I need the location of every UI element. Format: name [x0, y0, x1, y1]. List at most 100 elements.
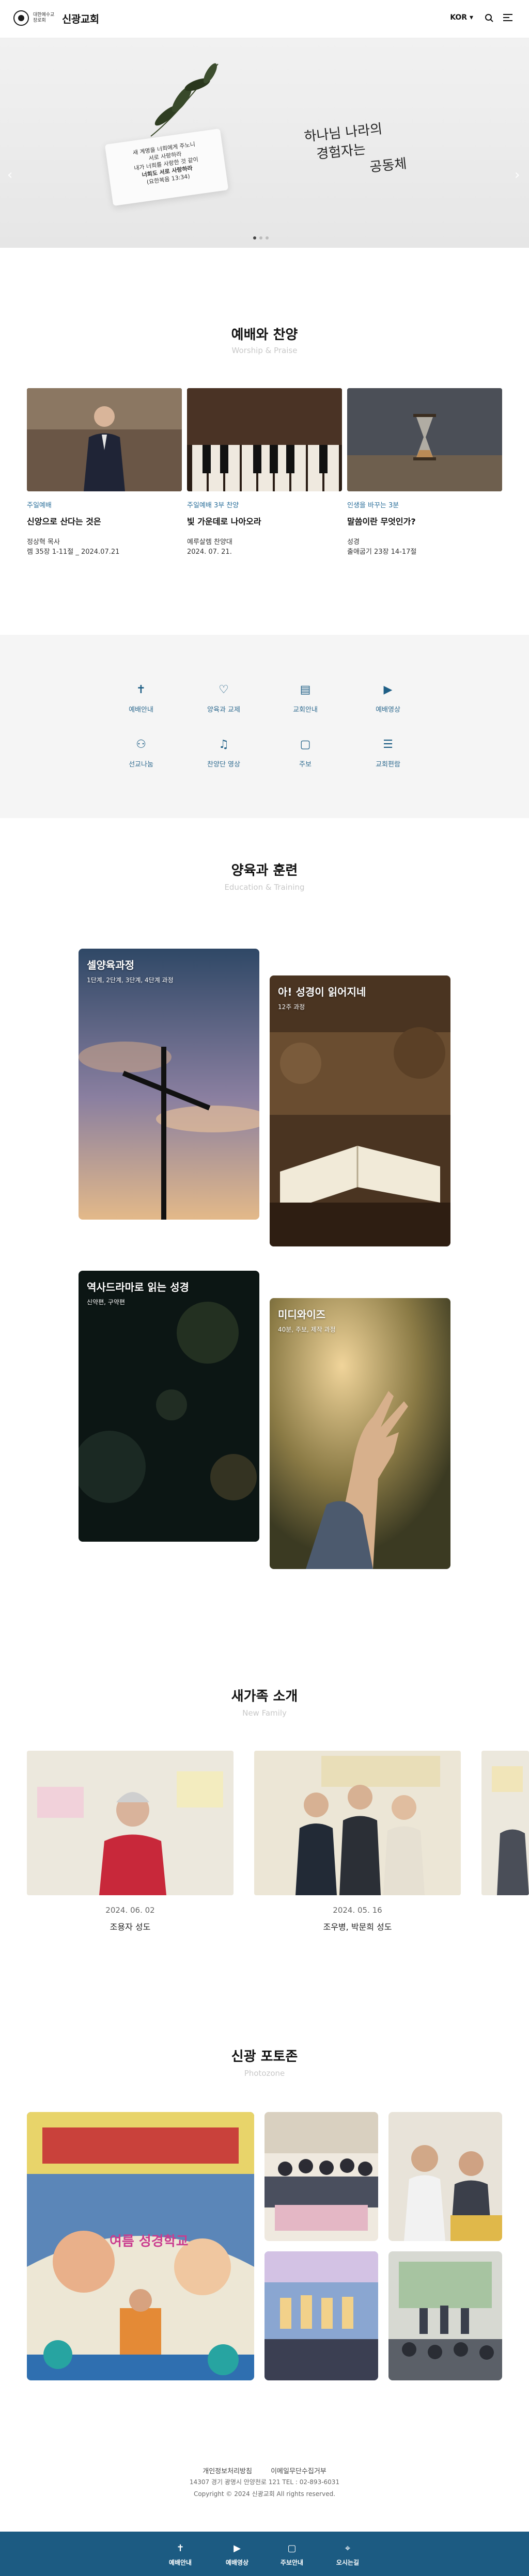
education-card[interactable]: 아! 성경이 읽어지네 12주 과정	[270, 975, 450, 1246]
quick-menu-item-handbook[interactable]: ☰ 교회편람	[360, 738, 416, 769]
church-emblem-icon	[13, 10, 29, 26]
new-family-names: 조우병, 박문희 성도	[323, 1922, 392, 1932]
quick-menu-item-praise-video[interactable]: ♫ 찬양단 영상	[195, 738, 252, 769]
new-family-card-partial[interactable]	[481, 1751, 529, 1895]
new-family-section-subtitle: New Family	[242, 1708, 287, 1718]
quick-menu-item-mission[interactable]: ⚇ 선교나눔	[113, 738, 169, 769]
footer-links: 개인정보처리방침 이메일무단수집거부	[0, 2466, 529, 2475]
bulletin-icon: ▢	[300, 738, 311, 751]
photozone-photo[interactable]	[388, 2251, 502, 2380]
bottom-nav-label: 예배영상	[225, 2559, 249, 2566]
photozone-photo[interactable]	[264, 2251, 378, 2380]
hamburger-icon[interactable]	[503, 13, 512, 24]
education-card[interactable]: 셀양육과정 1단계, 2단계, 3단계, 4단계 과정	[79, 949, 259, 1220]
worship-card[interactable]: 주일예배 신앙으로 산다는 것은 정상혁 목사 렘 35장 1-11절 _ 20…	[27, 388, 182, 557]
photozone-photo-featured[interactable]: 여름 성경학교	[27, 2112, 254, 2380]
worship-section-subtitle: Worship & Praise	[231, 346, 298, 355]
worship-title: 빛 가운데로 나아오라	[187, 517, 261, 526]
slider-dot[interactable]	[266, 236, 269, 239]
quick-menu-label: 찬양단 영상	[207, 761, 240, 769]
worship-source: 성경	[347, 538, 360, 546]
worship-title: 말씀이란 무엇인가?	[347, 517, 416, 526]
cross-icon: ✝	[136, 683, 146, 696]
quick-menu-label: 예배영상	[376, 706, 400, 714]
vbs-banner-text: 여름 성경학교	[110, 2234, 189, 2249]
language-selector[interactable]: KOR ▾	[450, 13, 473, 22]
worship-card[interactable]: 주일예배 3부 찬양 빛 가운데로 나아오라 예루살렘 찬양대 2024. 07…	[187, 388, 342, 557]
quick-menu-label: 예배안내	[129, 706, 153, 714]
bottom-nav-directions[interactable]: ⌖ 오시는길	[324, 2543, 371, 2567]
footer-address: 14307 경기 광명시 안양천로 121 TEL : 02-893-6031	[189, 2478, 340, 2486]
worship-card[interactable]: 인생을 바꾸는 3분 말씀이란 무엇인가? 성경 출애굽기 23장 14-17절	[347, 388, 502, 557]
bottom-nav-bulletin[interactable]: ▢ 주보안내	[269, 2543, 315, 2567]
new-family-section-title: 새가족 소개	[231, 1689, 298, 1704]
slider-prev-arrow[interactable]: ‹	[7, 167, 12, 183]
new-family-date: 2024. 06. 02	[105, 1906, 155, 1915]
music-video-icon: ♫	[219, 738, 229, 751]
piano-thumbnail	[187, 388, 342, 491]
photozone-section-subtitle: Photozone	[244, 2069, 285, 2078]
dark-bokeh-image	[79, 1271, 259, 1542]
education-title: 셀양육과정	[87, 959, 134, 971]
logo-denomination: 대한예수교 장로회	[33, 12, 55, 23]
education-desc: 1단계, 2단계, 3단계, 4단계 과정	[87, 977, 174, 984]
footer-copyright: Copyright © 2024 신광교회 All rights reserve…	[193, 2490, 336, 2498]
language-label: KOR	[450, 13, 468, 22]
slider-next-arrow[interactable]: ›	[515, 167, 520, 183]
email-refusal-link[interactable]: 이메일무단수집거부	[271, 2468, 326, 2475]
education-card[interactable]: 역사드라마로 읽는 성경 신약편, 구약편	[79, 1271, 259, 1542]
cross-icon: ✝	[176, 2543, 184, 2554]
new-family-photo	[254, 1751, 461, 1895]
worship-title: 신앙으로 산다는 것은	[27, 517, 101, 526]
worship-choir: 예루살렘 찬양대	[187, 538, 232, 546]
hero-slider: 새 계명을 너희에게 주노니 서로 사랑하라 내가 너희를 사랑한 것 같이 너…	[0, 38, 529, 248]
quick-menu-item-worship-guide[interactable]: ✝ 예배안내	[113, 683, 169, 714]
quick-menu-item-bulletin[interactable]: ▢ 주보	[277, 738, 334, 769]
scripture-card: 새 계명을 너희에게 주노니 서로 사랑하라 내가 너희를 사랑한 것 같이 너…	[104, 128, 229, 206]
worship-preacher: 정상혁 목사	[27, 538, 60, 546]
education-card[interactable]: 미디와이즈 40분, 주보, 제작 과정	[270, 1298, 450, 1569]
bottom-nav-label: 주보안내	[280, 2559, 304, 2566]
bottom-nav-worship-video[interactable]: ▶ 예배영상	[214, 2543, 260, 2567]
quick-menu-item-worship-video[interactable]: ▶ 예배영상	[360, 683, 416, 714]
photozone-photo[interactable]	[388, 2112, 502, 2241]
bottom-nav-label: 오시는길	[336, 2559, 360, 2566]
olive-branch-icon	[150, 63, 219, 137]
bottom-nav-worship-guide[interactable]: ✝ 예배안내	[157, 2543, 204, 2567]
hourglass-thumbnail	[347, 388, 502, 491]
privacy-policy-link[interactable]: 개인정보처리방침	[203, 2468, 252, 2475]
photozone-photo[interactable]	[264, 2112, 378, 2241]
hero-calligraphy: 하나님 나라의 경험자는 공동체	[303, 114, 443, 184]
education-section-title: 양육과 훈련	[231, 863, 298, 878]
new-family-photo	[27, 1751, 234, 1895]
new-family-card[interactable]: 2024. 06. 02 조용자 성도	[27, 1751, 234, 1932]
location-icon: ⌖	[345, 2543, 351, 2554]
education-desc: 신약편, 구약편	[87, 1299, 125, 1306]
quick-menu-label: 교회편람	[376, 761, 400, 769]
quick-menu-item-nurture[interactable]: ♡ 양육과 교제	[195, 683, 252, 714]
new-family-names: 조용자 성도	[110, 1922, 151, 1932]
raised-hand-image	[270, 1298, 450, 1569]
worship-meta: 성경 출애굽기 23장 14-17절	[347, 537, 502, 557]
bottom-nav: ✝ 예배안내 ▶ 예배영상 ▢ 주보안내 ⌖ 오시는길	[0, 2532, 529, 2576]
quick-menu-label: 교회안내	[293, 706, 318, 714]
book-icon: ▤	[300, 683, 311, 696]
site-logo[interactable]: 대한예수교 장로회 신광교회	[13, 10, 99, 26]
site-header: 대한예수교 장로회 신광교회 KOR ▾	[0, 0, 529, 38]
quick-menu-item-church-info[interactable]: ▤ 교회안내	[277, 683, 334, 714]
sermon-thumbnail	[27, 388, 182, 491]
new-family-card[interactable]: 2024. 05. 16 조우병, 박문희 성도	[254, 1751, 461, 1932]
education-desc: 40분, 주보, 제작 과정	[278, 1326, 336, 1333]
education-title: 미디와이즈	[278, 1308, 325, 1321]
open-bible-image	[270, 975, 450, 1246]
slider-dot[interactable]	[253, 236, 256, 239]
worship-category: 인생을 바꾸는 3분	[347, 502, 399, 509]
education-title: 아! 성경이 읽어지네	[278, 986, 366, 998]
slider-dot[interactable]	[259, 236, 262, 239]
slider-pagination	[253, 236, 269, 239]
quick-menu: ✝ 예배안내 ♡ 양육과 교제 ▤ 교회안내 ▶ 예배영상 ⚇ 선교나눔 ♫ 찬…	[0, 635, 529, 818]
quick-menu-label: 주보	[299, 761, 312, 769]
worship-meta: 정상혁 목사 렘 35장 1-11절 _ 2024.07.21	[27, 537, 182, 557]
new-family-photo	[481, 1751, 529, 1895]
search-icon[interactable]	[485, 13, 494, 25]
